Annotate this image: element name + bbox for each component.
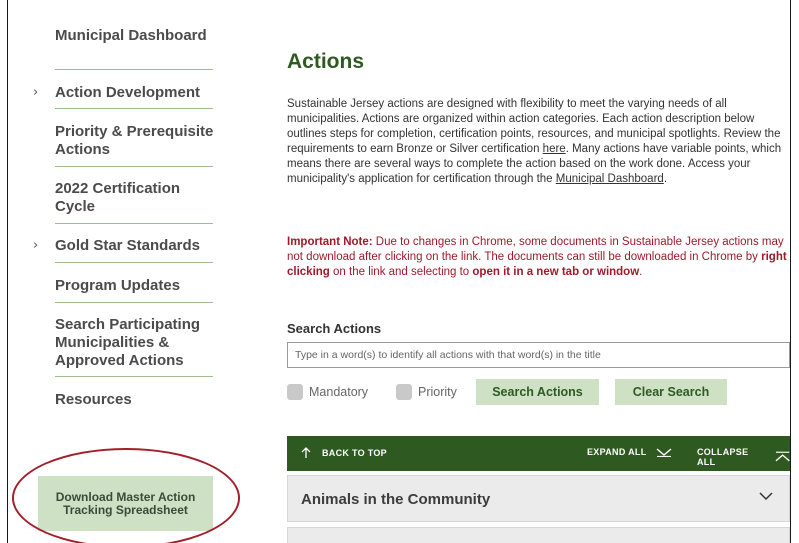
sidebar-divider: [55, 262, 213, 263]
sidebar-item-priority-prerequisite[interactable]: Priority & Prerequisite Actions: [55, 123, 215, 159]
category-label: Animals in the Community: [301, 491, 491, 508]
sidebar-divider: [55, 376, 213, 377]
chevron-down-icon[interactable]: [759, 492, 773, 501]
municipal-dashboard-link[interactable]: Municipal Dashboard: [556, 173, 664, 185]
category-accordion-item[interactable]: [287, 527, 790, 543]
bronze-silver-requirements-link[interactable]: here: [543, 143, 566, 155]
accordion-toolbar: BACK TO TOP EXPAND ALL COLLAPSE ALL: [287, 436, 790, 471]
priority-checkbox[interactable]: [396, 384, 412, 400]
chevron-right-icon[interactable]: ›: [33, 238, 38, 253]
collapse-up-icon: [775, 451, 790, 462]
expand-all-button[interactable]: EXPAND ALL: [587, 447, 672, 457]
sidebar-item-2022-certification[interactable]: 2022 Certification Cycle: [55, 180, 215, 216]
clear-search-button[interactable]: Clear Search: [615, 379, 727, 405]
search-actions-button[interactable]: Search Actions: [476, 379, 599, 405]
search-input[interactable]: [287, 342, 790, 368]
note-label: Important Note:: [287, 236, 373, 248]
sidebar-item-program-updates[interactable]: Program Updates: [55, 277, 215, 295]
sidebar-divider: [55, 166, 213, 167]
sidebar-item-gold-star-standards[interactable]: Gold Star Standards: [55, 237, 215, 255]
back-to-top-link[interactable]: BACK TO TOP: [301, 447, 387, 459]
chevron-right-icon[interactable]: ›: [33, 85, 38, 100]
sidebar-divider: [55, 108, 213, 109]
page-title: Actions: [287, 50, 365, 73]
sidebar-divider: [55, 302, 213, 303]
priority-label: Priority: [418, 385, 457, 399]
sidebar-item-search-participating[interactable]: Search Participating Municipalities & Ap…: [55, 316, 215, 370]
collapse-all-button[interactable]: COLLAPSE ALL: [697, 447, 790, 467]
mandatory-checkbox[interactable]: [287, 384, 303, 400]
sidebar-item-action-development[interactable]: Action Development: [55, 84, 215, 102]
sidebar-item-resources[interactable]: Resources: [55, 391, 215, 409]
mandatory-label: Mandatory: [309, 385, 369, 399]
sidebar-item-municipal-dashboard[interactable]: Municipal Dashboard: [55, 27, 215, 45]
download-master-spreadsheet-button[interactable]: Download Master Action Tracking Spreadsh…: [38, 476, 213, 531]
sidebar-nav: Municipal Dashboard › Action Development…: [0, 0, 240, 543]
intro-paragraph: Sustainable Jersey actions are designed …: [287, 98, 782, 185]
arrow-up-icon: [301, 447, 311, 458]
sidebar-divider: [55, 223, 213, 224]
important-note: Important Note: Due to changes in Chrome…: [287, 236, 787, 278]
category-accordion-item[interactable]: Animals in the Community: [287, 475, 790, 522]
page-border-right: [790, 0, 791, 543]
chevron-down-icon: [656, 448, 671, 457]
sidebar-divider: [55, 69, 213, 70]
search-actions-label: Search Actions: [287, 321, 382, 336]
